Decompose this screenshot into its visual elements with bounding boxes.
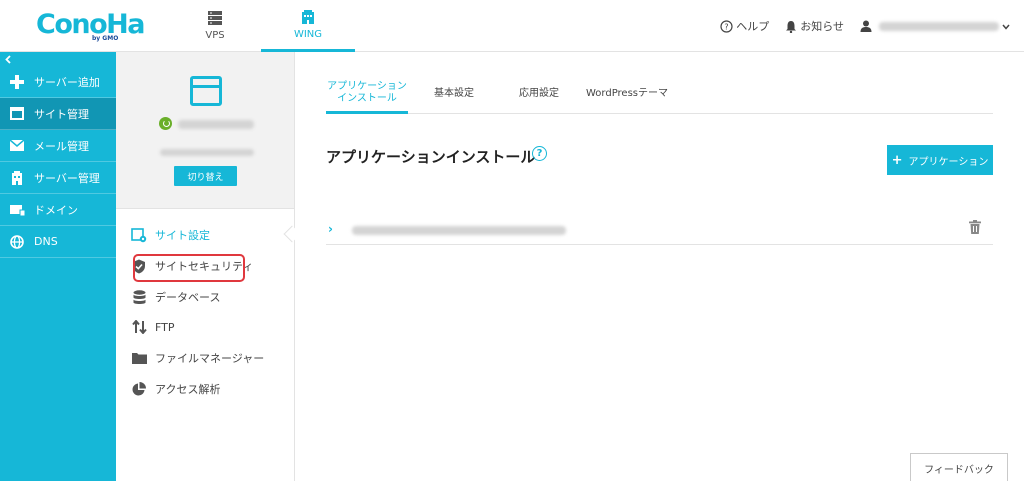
envelope-icon (9, 138, 25, 154)
subpanel-item-database[interactable]: データベース (131, 287, 220, 307)
chevron-left-icon (5, 54, 11, 64)
domain-icon (9, 202, 25, 218)
transfer-arrows-icon (131, 319, 147, 335)
highlight-box (133, 254, 245, 282)
user-icon (860, 20, 872, 32)
sidebar-item-label: サーバー追加 (34, 75, 100, 89)
top-header: ConoHa by GMO VPS WING ? ヘルプ お知らせ (0, 0, 1024, 52)
sidebar-item-mail-management[interactable]: メール管理 (0, 130, 116, 162)
application-row[interactable]: › (326, 214, 993, 245)
tab-label-line2: インストール (337, 92, 397, 104)
plus-icon (9, 74, 25, 90)
account-menu[interactable] (860, 20, 1010, 33)
database-icon (131, 289, 147, 305)
page-title: アプリケーションインストール (326, 148, 536, 166)
application-url-redacted (352, 226, 566, 235)
notice-link[interactable]: お知らせ (785, 18, 844, 34)
sidebar-item-label: DNS (34, 235, 58, 248)
site-info-redacted (160, 149, 254, 156)
question-circle-icon: ? (720, 19, 733, 33)
logo-sub: by GMO (92, 35, 119, 42)
sidebar-item-add-server[interactable]: サーバー追加 (0, 66, 116, 98)
bell-icon (785, 20, 797, 33)
folder-icon (131, 350, 147, 366)
sidebar-item-label: メール管理 (34, 139, 89, 153)
subpanel-item-label: ファイルマネージャー (155, 352, 265, 365)
sidebar-item-dns[interactable]: DNS (0, 226, 116, 258)
sidebar-collapse-toggle[interactable] (0, 52, 116, 66)
globe-icon (9, 234, 25, 250)
account-name-redacted (879, 21, 999, 31)
building-icon (9, 170, 25, 186)
svg-text:?: ? (725, 22, 729, 31)
tab-basic-settings[interactable]: 基本設定 (426, 74, 482, 114)
site-settings-icon (131, 227, 147, 243)
notice-label: お知らせ (800, 20, 844, 33)
sidebar-item-domain[interactable]: ドメイン (0, 194, 116, 226)
subpanel-item-label: FTP (155, 320, 175, 334)
tab-vps[interactable]: VPS (168, 0, 262, 52)
sidebar-item-site-management[interactable]: サイト管理 (0, 98, 116, 130)
sidebar-item-server-management[interactable]: サーバー管理 (0, 162, 116, 194)
main-content: アプリケーション インストール 基本設定 応用設定 WordPressテーマ ア… (296, 52, 1024, 481)
conoha-logo[interactable]: ConoHa by GMO (36, 10, 145, 44)
power-on-icon (159, 117, 172, 130)
tab-wing-label: WING (293, 28, 323, 40)
subpanel-item-file-manager[interactable]: ファイルマネージャー (131, 348, 264, 368)
building-icon (302, 9, 314, 24)
add-application-button[interactable]: + アプリケーション (887, 145, 993, 175)
subpanel-item-access-analysis[interactable]: アクセス解析 (131, 379, 220, 399)
help-icon[interactable]: ? (532, 146, 547, 161)
tab-wordpress-theme[interactable]: WordPressテーマ (584, 74, 670, 114)
tab-label-line1: アプリケーション (327, 80, 407, 92)
help-label: ヘルプ (736, 20, 770, 33)
subpanel-item-label: アクセス解析 (155, 383, 221, 396)
window-icon (9, 106, 25, 122)
tab-advanced-settings[interactable]: 応用設定 (511, 74, 567, 114)
main-sidebar: サーバー追加 サイト管理 メール管理 サーバー管理 ドメイン DNS (0, 52, 116, 481)
subpanel-item-site-settings[interactable]: サイト設定 (131, 225, 210, 245)
help-link[interactable]: ? ヘルプ (720, 18, 769, 34)
tab-vps-label: VPS (205, 30, 225, 41)
tab-wing[interactable]: WING (261, 0, 355, 52)
chevron-right-icon[interactable]: › (328, 222, 333, 236)
add-application-label: アプリケーション (908, 156, 989, 168)
site-domain-redacted (178, 120, 254, 129)
sidebar-item-label: サイト管理 (34, 107, 89, 121)
subpanel-item-label: サイト設定 (155, 229, 210, 242)
subpanel-item-label: データベース (155, 291, 221, 304)
trash-icon[interactable] (969, 220, 981, 234)
site-summary: 切り替え (116, 52, 294, 209)
chevron-down-icon (1002, 20, 1010, 33)
header-right: ? ヘルプ お知らせ (704, 0, 1010, 52)
server-icon (208, 11, 222, 25)
plus-icon: + (891, 152, 903, 168)
tab-application-install[interactable]: アプリケーション インストール (326, 74, 408, 114)
pie-chart-icon (131, 381, 147, 397)
site-window-icon (190, 76, 222, 106)
subpanel-item-ftp[interactable]: FTP (131, 317, 175, 337)
switch-site-button[interactable]: 切り替え (174, 166, 237, 186)
sidebar-item-label: ドメイン (34, 203, 78, 217)
settings-tabs: アプリケーション インストール 基本設定 応用設定 WordPressテーマ (326, 74, 993, 114)
feedback-button[interactable]: フィードバック (910, 453, 1008, 481)
sidebar-item-label: サーバー管理 (34, 171, 100, 185)
